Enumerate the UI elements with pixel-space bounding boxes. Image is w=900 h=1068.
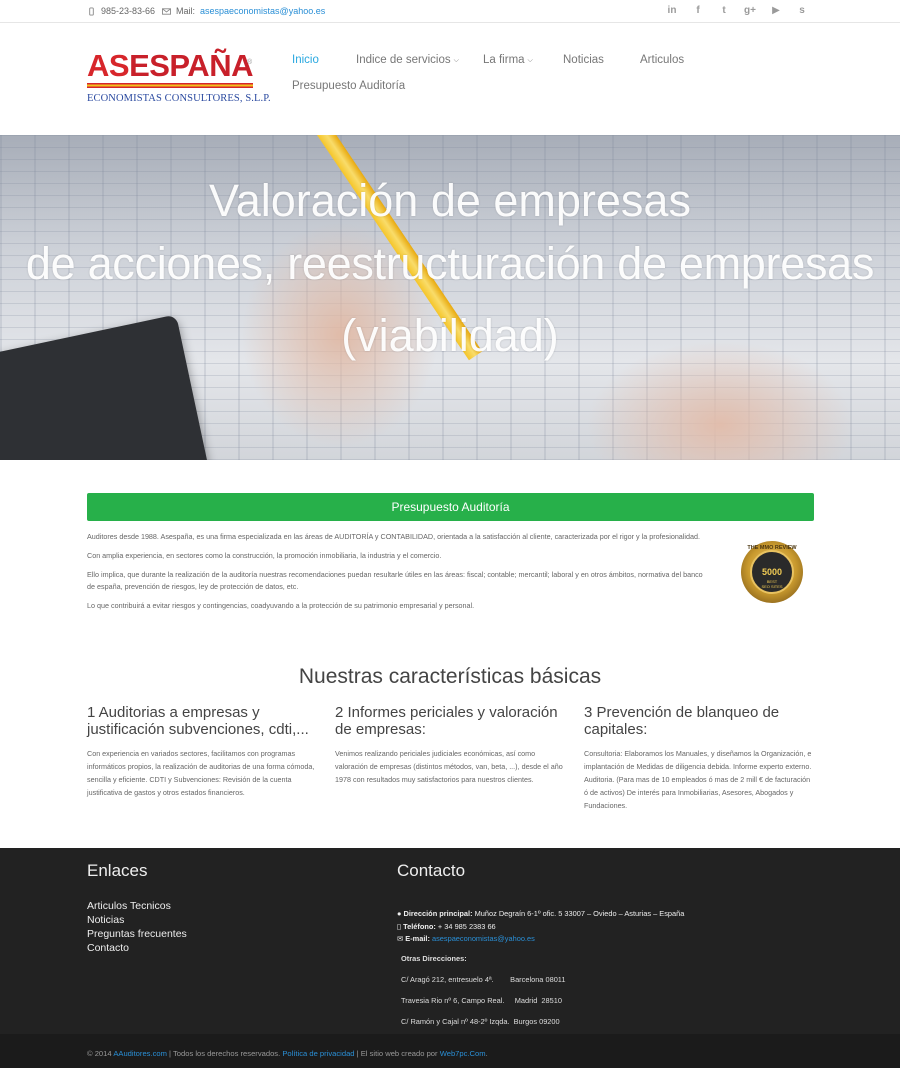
end-dot: . <box>485 1049 488 1058</box>
logo-as: AS <box>87 48 130 83</box>
feature-title: 3 Prevención de blanqueo de capitales: <box>584 704 780 738</box>
mmo-review-seal: THE MMO REVIEW 5000 BEST SEO SITES <box>741 541 803 603</box>
footer-link-noticias[interactable]: Noticias <box>87 914 124 926</box>
nav-articulos[interactable]: Articulos <box>640 54 684 66</box>
logo-espana: ESPAÑA <box>129 48 253 83</box>
email-link[interactable]: asespaeconomistas@yahoo.es <box>432 934 535 943</box>
presupuesto-button[interactable]: Presupuesto Auditoría <box>87 493 814 521</box>
contact-address: ● Dirección principal: Muñoz Degraín 6-1… <box>397 908 684 921</box>
phone-icon <box>89 6 94 16</box>
seal-bottom-2: SEO SITES <box>761 584 782 589</box>
nav-inicio[interactable]: Inicio <box>292 54 319 66</box>
social-icons: in f t g+ ▶ s <box>666 5 808 17</box>
feature-card: 3 Prevención de blanqueo de capitales: C… <box>584 704 816 812</box>
footer-link-preguntas[interactable]: Preguntas frecuentes <box>87 928 187 940</box>
intro-paragraph: Con amplia experiencia, en sectores como… <box>87 551 442 560</box>
footer-links: Articulos Tecnicos Noticias Preguntas fr… <box>87 899 187 955</box>
rights-text: | Todos los derechos reservados. <box>169 1049 281 1058</box>
nav-firma-label: La firma <box>483 54 525 66</box>
envelope-icon <box>162 7 171 15</box>
envelope-icon: ✉ <box>397 934 404 943</box>
footer-contact: ● Dirección principal: Muñoz Degraín 6-1… <box>397 908 684 946</box>
chevron-down-icon: ⌵ <box>527 57 533 64</box>
skype-icon[interactable]: s <box>796 5 808 17</box>
footer-link-articulos[interactable]: Articulos Tecnicos <box>87 900 171 912</box>
footer: Enlaces Articulos Tecnicos Noticias Preg… <box>0 848 900 1034</box>
linkedin-icon[interactable]: in <box>666 5 678 17</box>
nav-presupuesto[interactable]: Presupuesto Auditoría <box>292 80 405 92</box>
logo-brand: ASESPAÑA ® <box>87 50 257 82</box>
twitter-icon[interactable]: t <box>718 5 730 17</box>
feature-title: 2 Informes periciales y valoración de em… <box>335 704 558 738</box>
nav-indice-servicios[interactable]: Indice de servicios ⌵ <box>356 54 459 66</box>
nav-noticias[interactable]: Noticias <box>563 54 604 66</box>
privacy-link[interactable]: Política de privacidad <box>282 1049 354 1058</box>
feature-text: Consultoria: Elaboramos los Manuales, y … <box>584 749 812 810</box>
logo[interactable]: ASESPAÑA ® ECONOMISTAS CONSULTORES, S.L.P… <box>87 50 271 110</box>
address-value: Muñoz Degraín 6-1º ofic. 5 33007 – Ovied… <box>474 909 685 918</box>
chevron-down-icon: ⌵ <box>453 57 459 64</box>
topbar-mail: Mail: asespaeconomistas@yahoo.es <box>162 6 325 16</box>
made-by-text: | El sitio web creado por <box>356 1049 438 1058</box>
address-label: Dirección principal: <box>403 909 473 918</box>
address-row: C/ Aragó 212, entresuelo 4ª. Barcelona 0… <box>401 975 566 984</box>
address-row: Travesia Rio nº 6, Campo Real. Madrid 28… <box>401 996 562 1005</box>
intro-paragraph: Lo que contribuirá a evitar riesgos y co… <box>87 601 475 610</box>
maker-link[interactable]: Web7pc.Com <box>440 1049 486 1058</box>
copyright: © 2014 AAuditores.com | Todos los derech… <box>87 1049 488 1058</box>
nav-la-firma[interactable]: La firma ⌵ <box>483 54 533 66</box>
features-heading: Nuestras características básicas <box>298 665 602 688</box>
facebook-icon[interactable]: f <box>692 5 704 17</box>
intro-paragraph: Ello implica, que durante la realización… <box>87 570 703 591</box>
topbar-phone: 985-23-83-66 <box>87 6 155 16</box>
map-marker-icon: ● <box>397 909 402 918</box>
site-link[interactable]: AAuditores.com <box>113 1049 167 1058</box>
footer-links-title: Enlaces <box>87 861 148 880</box>
intro-paragraph: Auditores desde 1988. Asespaña, es una f… <box>87 532 700 541</box>
top-bar: 985-23-83-66 Mail: asespaeconomistas@yah… <box>0 0 900 23</box>
feature-title: 1 Auditorias a empresas y justificación … <box>87 704 309 738</box>
googleplus-icon[interactable]: g+ <box>744 5 756 17</box>
mail-label: Mail: <box>176 6 196 16</box>
hero-line-2: de acciones, reestructuración de empresa… <box>25 238 875 289</box>
hero-line-3: (viabilidad) <box>341 310 559 361</box>
registered-mark: ® <box>247 59 252 66</box>
footer-contact-title: Contacto <box>397 861 466 880</box>
footer-link-contacto[interactable]: Contacto <box>87 942 129 954</box>
site-header: ASESPAÑA ® ECONOMISTAS CONSULTORES, S.L.P… <box>0 23 900 135</box>
logo-subtitle: ECONOMISTAS CONSULTORES, S.L.P. <box>87 93 271 104</box>
feature-card: 1 Auditorias a empresas y justificación … <box>87 704 319 799</box>
hero-slider: Valoración de empresas de acciones, rees… <box>0 135 900 460</box>
mail-link[interactable]: asespaeconomistas@yahoo.es <box>200 6 325 16</box>
nav-indice-label: Indice de servicios <box>356 54 451 66</box>
contact-phone: ▯ Teléfono: + 34 985 2383 66 <box>397 921 684 934</box>
hero-line-1: Valoración de empresas <box>209 175 691 226</box>
phone-icon: ▯ <box>397 921 402 931</box>
email-label: E-mail: <box>405 934 430 943</box>
feature-text: Con experiencia en variados sectores, fa… <box>87 749 315 797</box>
feature-text: Venimos realizando periciales judiciales… <box>335 749 563 784</box>
bottom-bar: © 2014 AAuditores.com | Todos los derech… <box>0 1034 900 1068</box>
contact-email: ✉ E-mail: asespaeconomistas@yahoo.es <box>397 933 684 946</box>
phone-label: Teléfono: <box>403 921 436 931</box>
youtube-icon[interactable]: ▶ <box>770 5 782 17</box>
phone-value: + 34 985 2383 66 <box>437 921 496 931</box>
copyright-year: © 2014 <box>87 1049 112 1058</box>
phone-text: 985-23-83-66 <box>101 6 156 16</box>
seal-top-text: THE MMO REVIEW <box>747 545 797 551</box>
other-addresses-title: Otras Direcciones: <box>401 954 467 963</box>
intro-text: Auditores desde 1988. Asespaña, es una f… <box>87 531 707 619</box>
feature-card: 2 Informes periciales y valoración de em… <box>335 704 567 786</box>
seal-number: 5000 <box>762 567 782 577</box>
other-addresses: Otras Direcciones: C/ Aragó 212, entresu… <box>401 954 565 1038</box>
logo-flag-stripe <box>87 83 253 88</box>
